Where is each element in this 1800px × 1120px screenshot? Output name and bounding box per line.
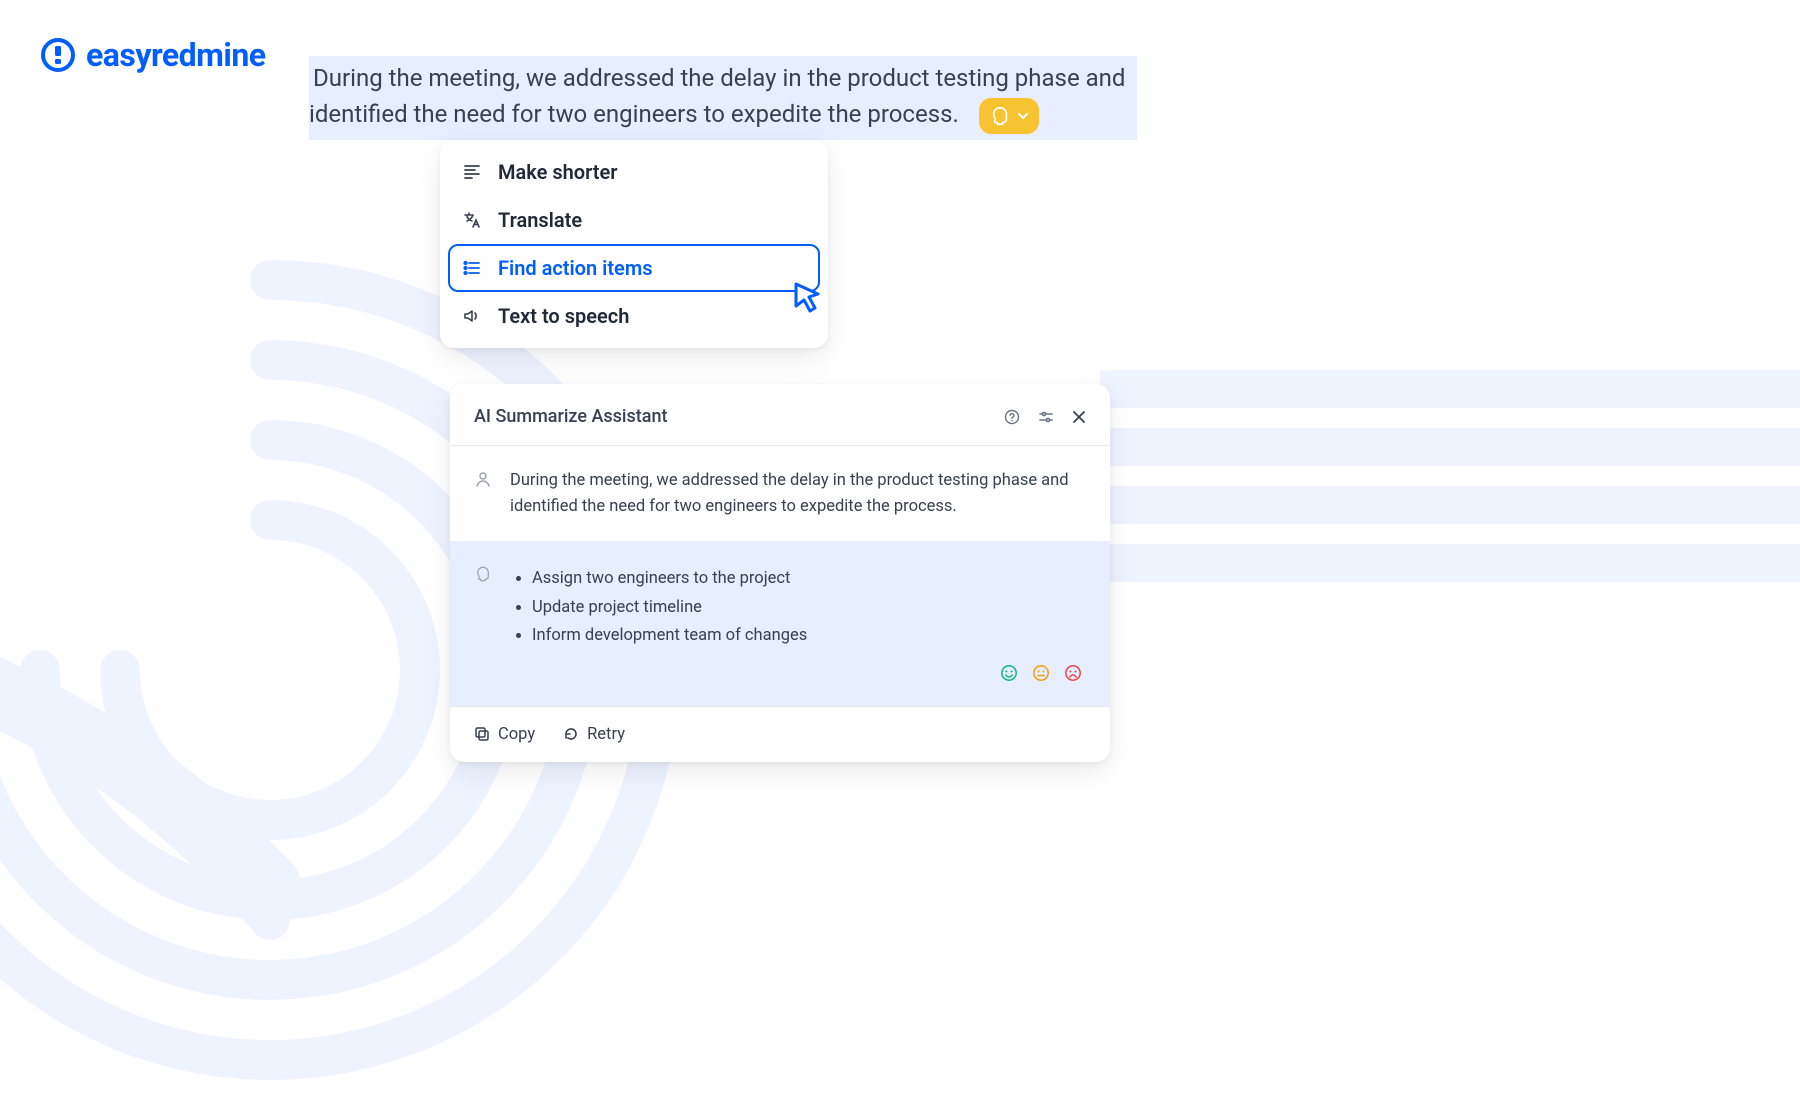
logo-mark-icon [40, 37, 76, 73]
settings-icon[interactable] [1038, 409, 1054, 425]
menu-label: Find action items [498, 256, 652, 280]
retry-icon [563, 726, 579, 742]
list-action-icon [462, 258, 482, 278]
menu-item-translate[interactable]: Translate [448, 196, 820, 244]
menu-item-make-shorter[interactable]: Make shorter [448, 148, 820, 196]
user-icon [474, 470, 492, 488]
menu-label: Make shorter [498, 160, 617, 184]
user-message-row: During the meeting, we addressed the del… [450, 446, 1110, 541]
translate-icon [462, 210, 482, 230]
close-icon[interactable] [1072, 410, 1086, 424]
feedback-happy-icon[interactable] [1000, 664, 1018, 682]
retry-button[interactable]: Retry [563, 725, 625, 744]
menu-item-find-action-items[interactable]: Find action items [448, 244, 820, 292]
feedback-sad-icon[interactable] [1064, 664, 1082, 682]
ai-head-icon [989, 105, 1011, 127]
brand-logo: easyredmine [40, 36, 266, 74]
menu-label: Translate [498, 208, 582, 232]
retry-label: Retry [587, 725, 625, 744]
shorten-icon [462, 162, 482, 182]
ai-actions-menu: Make shorter Translate Find action items [440, 140, 828, 348]
speaker-icon [462, 306, 482, 326]
logo-text: easyredmine [86, 36, 266, 74]
list-item: Inform development team of changes [532, 623, 807, 649]
copy-button[interactable]: Copy [474, 725, 535, 744]
user-message-text: During the meeting, we addressed the del… [510, 468, 1086, 519]
list-item: Assign two engineers to the project [532, 566, 807, 592]
copy-icon [474, 726, 490, 742]
feedback-row [474, 664, 1086, 684]
ai-head-icon [474, 565, 492, 583]
panel-title: AI Summarize Assistant [474, 406, 667, 427]
help-icon[interactable] [1004, 409, 1020, 425]
menu-label: Text to speech [498, 304, 629, 328]
copy-label: Copy [498, 725, 535, 744]
ai-suggestions-button[interactable] [979, 98, 1039, 134]
ai-response-row: Assign two engineers to the project Upda… [450, 541, 1110, 706]
ai-response-list: Assign two engineers to the project Upda… [510, 563, 807, 652]
ai-assistant-panel: AI Summarize Assistant [450, 384, 1110, 762]
selected-text[interactable]: During the meeting, we addressed the del… [309, 56, 1137, 140]
cursor-pointer-icon [790, 280, 828, 318]
decorative-stripes [1100, 370, 1800, 630]
menu-item-text-to-speech[interactable]: Text to speech [448, 292, 820, 340]
list-item: Update project timeline [532, 595, 807, 621]
feedback-neutral-icon[interactable] [1032, 664, 1050, 682]
chevron-down-icon [1017, 110, 1029, 122]
